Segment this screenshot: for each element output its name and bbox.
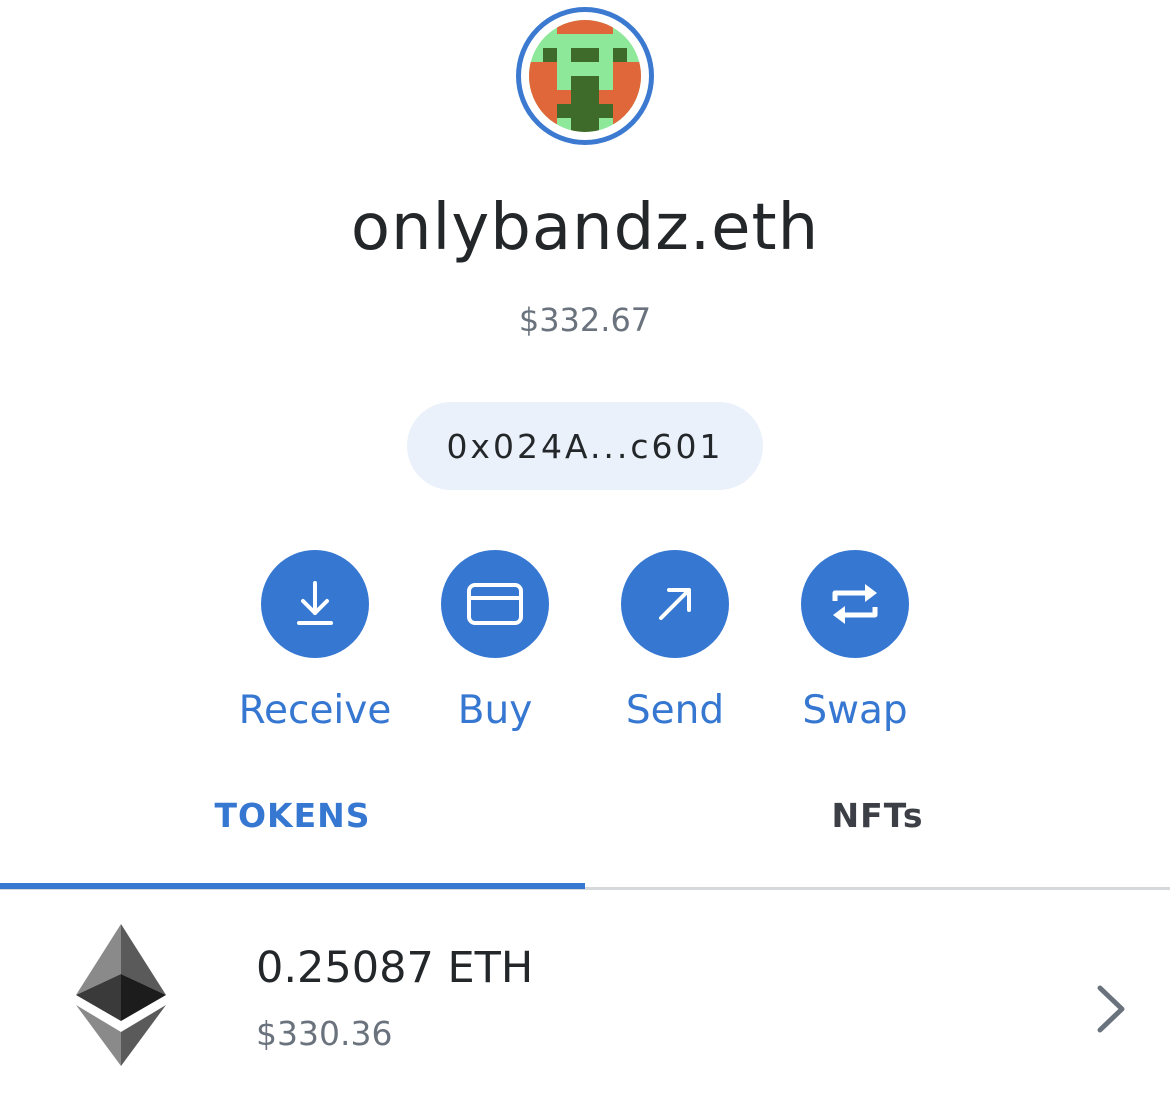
download-icon [297, 581, 333, 625]
buy-button[interactable]: Buy [395, 550, 595, 736]
send-button[interactable]: Send [575, 550, 775, 736]
token-row-eth[interactable]: 0.25087 ETH $330.36 [0, 892, 1170, 1099]
tab-tokens-label: TOKENS [214, 796, 371, 835]
swap-arrows-icon [832, 584, 878, 624]
send-circle [621, 550, 729, 658]
identicon [529, 20, 641, 132]
address-text: 0x024A...c601 [446, 426, 724, 466]
account-avatar[interactable] [516, 7, 654, 145]
swap-button[interactable]: Swap [755, 550, 955, 736]
ethereum-icon [76, 924, 166, 1070]
token-fiat-value: $330.36 [256, 1014, 393, 1053]
buy-label: Buy [457, 688, 533, 733]
buy-circle [441, 550, 549, 658]
credit-card-icon [467, 583, 523, 625]
active-tab-indicator [0, 883, 585, 889]
send-label: Send [625, 688, 725, 733]
swap-label: Swap [802, 688, 908, 733]
receive-button[interactable]: Receive [215, 550, 415, 736]
account-name[interactable]: onlybandz.eth [0, 183, 1170, 273]
account-balance: $332.67 [518, 301, 652, 339]
tab-nfts[interactable]: NFTs [585, 790, 1170, 886]
receive-label: Receive [238, 688, 392, 733]
token-amount: 0.25087 ETH [256, 943, 534, 993]
arrow-up-right-icon [659, 588, 691, 620]
chevron-right-icon [1094, 984, 1128, 1038]
address-copy-button[interactable]: 0x024A...c601 [407, 402, 763, 490]
swap-circle [801, 550, 909, 658]
tab-tokens[interactable]: TOKENS [0, 790, 585, 886]
receive-circle [261, 550, 369, 658]
tab-nfts-label: NFTs [831, 796, 924, 835]
